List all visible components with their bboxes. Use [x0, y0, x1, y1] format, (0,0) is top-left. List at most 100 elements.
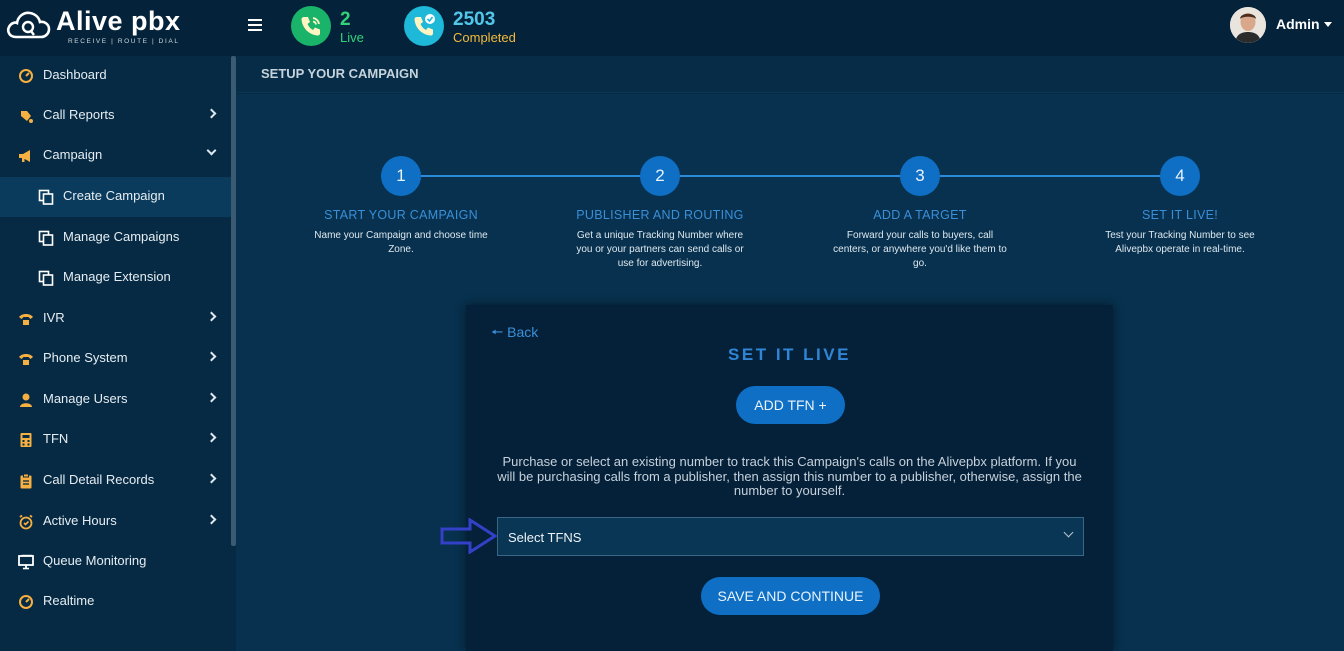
completed-phone-icon: [404, 6, 444, 46]
top-bar: Alive pbx RECEIVE | ROUTE | DIAL 2 Live …: [0, 0, 1344, 56]
sidebar-item-label: Phone System: [43, 350, 128, 365]
user-menu[interactable]: Admin: [1230, 6, 1340, 44]
chevron-right-icon: [206, 108, 217, 119]
sidebar-item-manage-campaigns[interactable]: Manage Campaigns: [0, 218, 231, 258]
live-phone-icon: [291, 6, 331, 46]
select-tfns-dropdown[interactable]: Select TFNS: [497, 517, 1084, 556]
calculator-icon: [20, 433, 32, 447]
sidebar-item-call-reports[interactable]: Call Reports: [0, 96, 231, 136]
completed-calls-label: Completed: [453, 30, 516, 45]
dashboard-icon: [19, 69, 33, 83]
sidebar-item-phone-system[interactable]: Phone System: [0, 339, 231, 379]
alarm-clock-icon: [19, 514, 33, 530]
sidebar-item-label: Campaign: [43, 147, 103, 162]
clipboard-icon: [20, 473, 32, 489]
monitor-icon: [18, 554, 34, 570]
step-number: 2: [640, 156, 680, 196]
sidebar-item-active-hours[interactable]: Active Hours: [0, 502, 231, 542]
tfn-description: Purchase or select an existing number to…: [497, 454, 1082, 498]
sidebar-item-label: Active Hours: [43, 513, 117, 528]
stepper-line: [420, 175, 1180, 177]
sidebar-item-label: Call Reports: [43, 107, 115, 122]
sidebar-item-label: Manage Extension: [63, 269, 171, 284]
menu-toggle-icon[interactable]: [248, 16, 264, 32]
step-number: 3: [900, 156, 940, 196]
page-title: SETUP YOUR CAMPAIGN: [261, 66, 419, 81]
sidebar-item-label: IVR: [43, 310, 65, 325]
sidebar-item-label: Manage Campaigns: [63, 229, 180, 244]
step-4[interactable]: 4 SET IT LIVE! Test your Tracking Number…: [1080, 156, 1280, 257]
sidebar-item-label: Create Campaign: [63, 188, 165, 203]
user-icon: [20, 393, 32, 407]
sidebar-item-label: Realtime: [43, 593, 95, 608]
chevron-right-icon: [206, 311, 217, 322]
copy-icon: [38, 270, 54, 286]
live-calls-stat: 2 Live: [291, 5, 381, 49]
chevron-right-icon: [206, 473, 217, 484]
user-caret-icon: [1324, 22, 1332, 27]
sidebar-item-label: Queue Monitoring: [43, 553, 147, 568]
chevron-right-icon: [206, 351, 217, 362]
step-description: Name your Campaign and choose time Zone.: [314, 230, 488, 255]
sidebar-item-queue-monitoring[interactable]: Queue Monitoring: [0, 542, 231, 582]
sidebar-item-label: Dashboard: [43, 67, 107, 82]
step-title: ADD A TARGET: [873, 208, 967, 222]
logo[interactable]: Alive pbx RECEIVE | ROUTE | DIAL: [6, 4, 182, 50]
step-3[interactable]: 3 ADD A TARGET Forward your calls to buy…: [820, 156, 1020, 271]
back-link[interactable]: 🠔 Back: [491, 322, 538, 346]
sidebar-item-manage-extension[interactable]: Manage Extension: [0, 258, 231, 298]
sidebar-item-create-campaign[interactable]: Create Campaign: [0, 177, 231, 217]
add-tfn-button[interactable]: ADD TFN +: [736, 386, 845, 424]
realtime-icon: [19, 595, 33, 609]
select-tfns-value: Select TFNS: [508, 530, 582, 545]
sidebar-item-manage-users[interactable]: Manage Users: [0, 380, 231, 420]
sidebar-item-tfn[interactable]: TFN: [0, 420, 231, 460]
step-title: START YOUR CAMPAIGN: [324, 208, 478, 222]
step-1[interactable]: 1 START YOUR CAMPAIGN Name your Campaign…: [301, 156, 501, 257]
step-number: 4: [1160, 156, 1200, 196]
back-label: Back: [507, 324, 539, 340]
sidebar-item-campaign[interactable]: Campaign: [0, 136, 231, 176]
brand-name: Alive pbx: [56, 6, 181, 36]
live-calls-label: Live: [340, 30, 364, 45]
sidebar-item-call-detail-records[interactable]: Call Detail Records: [0, 461, 231, 501]
chevron-right-icon: [206, 432, 217, 443]
cloud-logo-icon: [6, 11, 51, 39]
step-title: SET IT LIVE!: [1141, 208, 1219, 222]
live-calls-count: 2: [340, 9, 351, 30]
call-reports-icon: [21, 111, 33, 123]
copy-icon: [38, 230, 54, 246]
brand-tagline: RECEIVE | ROUTE | DIAL: [68, 38, 180, 45]
step-2[interactable]: 2 PUBLISHER AND ROUTING Get a unique Tra…: [560, 156, 760, 271]
completed-calls-stat: 2503 Completed: [404, 5, 534, 49]
ivr-icon: [19, 314, 33, 325]
sidebar-item-ivr[interactable]: IVR: [0, 299, 231, 339]
completed-calls-count: 2503: [453, 9, 496, 30]
avatar: [1230, 7, 1266, 43]
chevron-right-icon: [206, 514, 217, 525]
step-description: Forward your calls to buyers, call cente…: [833, 230, 1007, 269]
annotation-arrow-icon: [440, 518, 498, 554]
sidebar-item-label: Manage Users: [43, 391, 128, 406]
step-description: Get a unique Tracking Number where you o…: [576, 230, 744, 269]
chevron-down-icon: [206, 145, 217, 156]
user-name: Admin: [1276, 16, 1320, 32]
sidebar-item-label: TFN: [43, 431, 69, 446]
megaphone-icon: [19, 150, 30, 162]
card-title: SET IT LIVE: [728, 345, 851, 364]
copy-icon: [38, 189, 54, 205]
step-number: 1: [381, 156, 421, 196]
sidebar-item-label: Call Detail Records: [43, 472, 155, 487]
sidebar: Dashboard Call Reports Campaign Create C…: [0, 56, 236, 651]
save-and-continue-button[interactable]: SAVE AND CONTINUE: [701, 577, 880, 615]
sidebar-item-dashboard[interactable]: Dashboard: [0, 56, 231, 96]
phone-system-icon: [19, 354, 33, 365]
step-title: PUBLISHER AND ROUTING: [576, 208, 744, 222]
chevron-down-icon: [1063, 527, 1074, 538]
set-it-live-card: 🠔 Back SET IT LIVE ADD TFN + Purchase or…: [466, 305, 1113, 651]
page-header: SETUP YOUR CAMPAIGN: [236, 56, 1344, 93]
chevron-right-icon: [206, 392, 217, 403]
arrow-left-icon: 🠔: [491, 324, 504, 340]
step-description: Test your Tracking Number to see Alivepb…: [1105, 230, 1255, 255]
sidebar-item-realtime[interactable]: Realtime: [0, 582, 231, 622]
